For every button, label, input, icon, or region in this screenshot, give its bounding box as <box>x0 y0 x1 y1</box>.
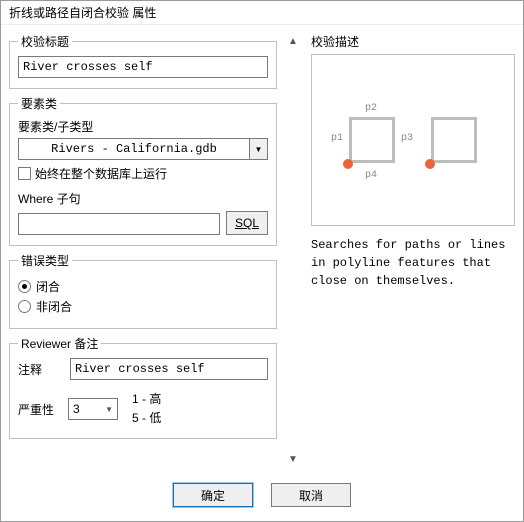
always-run-label: 始终在整个数据库上运行 <box>35 165 167 182</box>
closed-label: 闭合 <box>36 278 60 295</box>
nonclosed-radio-row[interactable]: 非闭合 <box>18 298 268 315</box>
feature-class-legend: 要素类 <box>18 95 60 112</box>
description-text: Searches for paths or lines in polyline … <box>311 236 515 290</box>
reviewer-legend: Reviewer 备注 <box>18 335 101 352</box>
dialog-body: 校验标题 要素类 要素类/子类型 Rivers - California.gdb… <box>1 25 523 473</box>
left-panel: 校验标题 要素类 要素类/子类型 Rivers - California.gdb… <box>9 33 281 469</box>
nonclosed-radio[interactable] <box>18 300 31 313</box>
square-icon <box>431 117 477 163</box>
severity-label: 严重性 <box>18 401 54 418</box>
always-run-checkbox[interactable] <box>18 167 31 180</box>
diagram-shape-plain <box>425 111 483 169</box>
nonclosed-label: 非闭合 <box>36 298 72 315</box>
feature-class-dropdown[interactable]: Rivers - California.gdb ▼ <box>18 138 268 160</box>
always-run-row[interactable]: 始终在整个数据库上运行 <box>18 165 268 182</box>
closed-radio[interactable] <box>18 280 31 293</box>
severity-low: 5 - 低 <box>132 409 161 428</box>
dialog-window: 折线或路径自闭合校验 属性 校验标题 要素类 要素类/子类型 Rivers - … <box>0 0 524 522</box>
check-title-legend: 校验标题 <box>18 33 72 50</box>
dialog-footer: 确定 取消 <box>1 473 523 521</box>
feature-class-sublabel: 要素类/子类型 <box>18 118 268 135</box>
scroll-down-icon[interactable]: ▼ <box>286 455 300 465</box>
sql-button[interactable]: SQL <box>226 211 268 235</box>
reviewer-group: Reviewer 备注 注释 严重性 3 ▼ 1 - 高 5 - 低 <box>9 335 277 439</box>
error-type-legend: 错误类型 <box>18 252 72 269</box>
lbl-p2: p2 <box>365 103 377 114</box>
note-label: 注释 <box>18 361 60 378</box>
lbl-p1: p1 <box>331 133 343 144</box>
vertex-dot-icon <box>343 159 353 169</box>
ok-button[interactable]: 确定 <box>173 483 253 507</box>
closed-radio-row[interactable]: 闭合 <box>18 278 268 295</box>
scroll-up-icon[interactable]: ▲ <box>286 37 300 47</box>
right-panel: 校验描述 p2 p1 p3 p4 Searches for paths or l… <box>305 33 515 469</box>
severity-select[interactable]: 3 ▼ <box>68 398 118 420</box>
feature-class-group: 要素类 要素类/子类型 Rivers - California.gdb ▼ 始终… <box>9 95 277 246</box>
scrollbar[interactable]: ▲ ▼ <box>281 33 305 469</box>
lbl-p3: p3 <box>401 133 413 144</box>
where-input[interactable] <box>18 213 220 235</box>
square-icon <box>349 117 395 163</box>
where-label: Where 子句 <box>18 190 268 207</box>
check-title-input[interactable] <box>18 56 268 78</box>
note-input[interactable] <box>70 358 268 380</box>
vertex-dot-icon <box>425 159 435 169</box>
feature-class-dropdown-button[interactable]: ▼ <box>250 138 268 160</box>
check-title-group: 校验标题 <box>9 33 277 89</box>
severity-high: 1 - 高 <box>132 390 161 409</box>
chevron-down-icon: ▼ <box>255 145 263 154</box>
description-diagram: p2 p1 p3 p4 <box>311 54 515 226</box>
chevron-down-icon: ▼ <box>105 405 113 414</box>
cancel-button[interactable]: 取消 <box>271 483 351 507</box>
lbl-p4: p4 <box>365 170 377 181</box>
description-legend: 校验描述 <box>311 33 515 50</box>
diagram-shape-labeled: p2 p1 p3 p4 <box>343 111 401 169</box>
feature-class-dropdown-value: Rivers - California.gdb <box>18 138 250 160</box>
dialog-title: 折线或路径自闭合校验 属性 <box>1 1 523 25</box>
error-type-group: 错误类型 闭合 非闭合 <box>9 252 277 329</box>
severity-legend: 1 - 高 5 - 低 <box>132 390 161 428</box>
severity-value: 3 <box>73 402 80 416</box>
